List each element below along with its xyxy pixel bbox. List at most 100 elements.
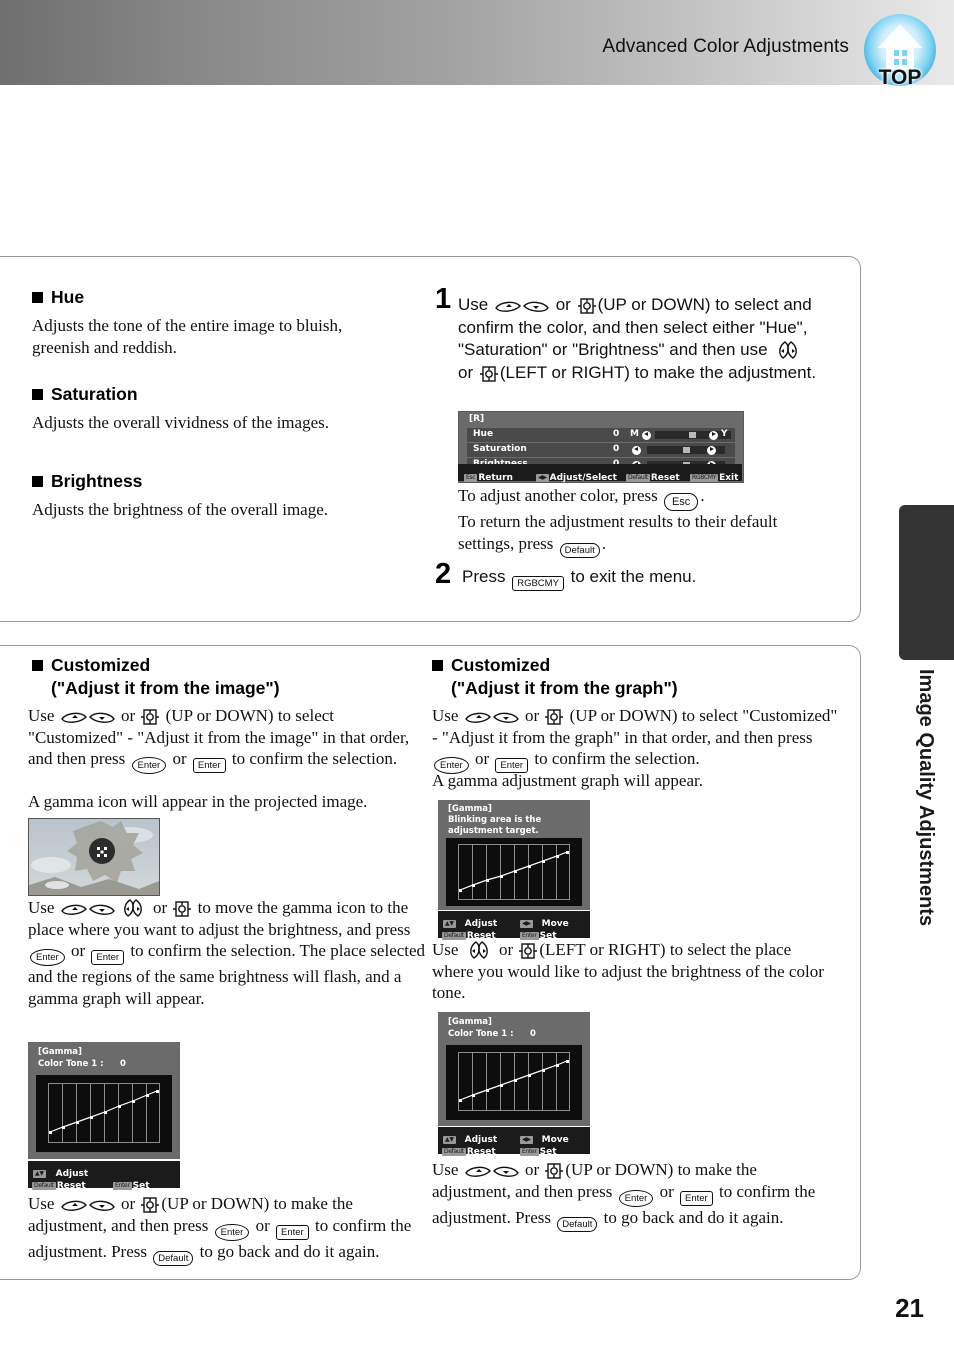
osd-footer-adjust: Adjust/Select [549,473,617,483]
step1-text-e: (LEFT or RIGHT) to make the adjustment. [499,362,817,382]
key-enter-panel[interactable]: Enter [91,950,125,965]
step-1-number: 1 [435,283,452,315]
brightness-heading: Brightness [32,470,422,493]
gamma-r1-footer: ▲▼ Adjust ◀▶ Move Default Reset Enter Set [438,911,590,941]
gamma-left-title: [Gamma] [38,1047,82,1057]
step2-text-a: Press [462,567,506,586]
key-default[interactable]: Default [559,542,600,558]
r-para1-a: Use [432,706,459,725]
key-enter-panel[interactable]: Enter [680,1190,713,1206]
step-2-text: Press RGBCMY to exit the menu. [462,566,842,591]
step-2-number: 2 [435,558,452,590]
gamma-key-enter: Enter [520,1148,539,1156]
remote-up-down-arrows-icon [60,904,115,915]
osd-footer-bar: Esc Return ◀▶ Adjust/Select Default Reset R… [458,464,742,483]
osd-title: [R] [469,414,485,424]
key-enter-panel[interactable]: Enter [192,758,226,773]
osd-row-hue-label: Hue [473,429,494,439]
customized-graph-heading: Customized ("Adjust it from the graph") [432,654,842,700]
bullet-square-icon [32,389,43,400]
l-para3-a: Use [28,898,55,917]
gamma-left-set-label: Set [132,1181,150,1191]
r-para3-b: or [498,940,514,959]
osd-left-arrow-icon[interactable] [642,430,651,440]
side-tab-label: Image Quality Adjustments [915,669,937,927]
l-para4-d: or [255,1215,270,1235]
customized-image-para4: Use or (UP or DOWN) to make the adjustme… [28,1193,418,1266]
step-1-text: Use or (UP or DOWN) to select and confir… [458,294,818,384]
step2-text-b: to exit the menu. [570,567,697,586]
hue-section: Hue Adjusts the tone of the entire image… [32,286,422,358]
side-tab-label-wrap: Image Quality Adjustments [899,665,954,1085]
gamma-left-footer: ▲▼ Adjust Default Reset Enter Set [28,1161,180,1191]
after-osd-line2-b: . [601,533,606,553]
customized-graph-para4: Use or (UP or DOWN) to make the adjustme… [432,1159,827,1232]
customized-image-heading: Customized ("Adjust it from the image") [32,654,432,700]
r-para3-a: Use [432,940,459,959]
key-enter-remote[interactable]: Enter [131,757,167,774]
r-para4-a: Use [432,1160,459,1179]
gamma-left-plot[interactable] [36,1075,172,1152]
key-enter-remote[interactable]: Enter [30,949,65,966]
customized-graph-para3: Use or (LEFT or RIGHT) to select the pla… [432,939,832,1004]
osd-row-saturation[interactable]: Saturation 0 [467,443,735,457]
l-para3-e: to confirm the selection. The place sele… [28,941,426,1008]
hue-heading: Hue [32,286,422,309]
customized-image-para1: Use or (UP or DOWN) to select "Customize… [28,705,426,774]
osd-right-arrow-icon[interactable] [709,430,718,440]
r-para4-d: or [659,1181,674,1201]
l-para3-d: or [70,941,86,960]
control-pad-icon [577,298,596,314]
osd-key-leftright: ◀▶ [536,474,549,482]
osd-row-hue-right-label: Y [721,429,728,439]
osd-footer-reset: Reset [650,473,680,483]
osd-right-arrow-icon[interactable] [707,445,716,455]
r-para1-e: to confirm the selection. [534,749,700,768]
osd-footer-exit: Exit [719,473,739,483]
control-pad-icon [479,365,498,382]
brightness-section: Brightness Adjusts the brightness of the… [32,470,422,521]
osd-saturation-knob[interactable] [683,447,690,453]
r-para1-b: or [524,706,540,725]
control-pad-icon [545,1163,564,1179]
bullet-square-icon [32,292,43,303]
l-para1-b: or [120,706,136,725]
step1-text-b: or [555,295,571,314]
key-esc[interactable]: Esc [663,493,699,511]
gamma-r2-plot[interactable] [446,1045,582,1120]
osd-row-hue-value: 0 [613,429,620,439]
l-para1-e: to confirm the selection. [231,749,398,768]
remote-left-right-arrows-icon [469,941,488,959]
remote-up-down-arrows-icon [60,1200,115,1211]
key-enter-panel[interactable]: Enter [276,1224,309,1240]
after-osd-text: To adjust another color, press Esc. To r… [458,485,808,558]
osd-row-hue[interactable]: Hue 0 M Y [467,428,735,442]
osd-hue-knob[interactable] [689,432,696,438]
customized-graph-para2: A gamma adjustment graph will appear. [432,771,703,790]
control-pad-icon [141,709,160,725]
osd-row-saturation-value: 0 [613,444,620,454]
key-enter-remote[interactable]: Enter [214,1223,250,1241]
saturation-section: Saturation Adjusts the overall vividness… [32,383,422,434]
key-default[interactable]: Default [557,1216,598,1232]
control-pad-icon [141,1197,160,1213]
top-badge[interactable]: TOP [864,14,936,92]
saturation-body: Adjusts the overall vividness of the ima… [32,413,329,432]
control-pad-icon [545,709,564,725]
customized-image-section: Customized ("Adjust it from the image") [32,654,432,700]
bullet-square-icon [32,476,43,487]
l-para1-d: or [172,749,187,768]
l-para4-f: to go back and do it again. [199,1241,380,1261]
bullet-square-icon [432,660,443,671]
after-osd-line1-b: . [700,486,705,505]
gamma-r1-plot[interactable] [446,838,582,906]
customized-graph-para1: Use or (UP or DOWN) to select "Customize… [432,705,844,774]
brightness-body: Adjusts the brightness of the overall im… [32,500,329,519]
gamma-r1-subtitle: Blinking area is the adjustment target. [448,815,542,836]
step1-text-d: or [458,362,474,382]
l-para3-b: or [152,898,168,917]
key-rgbcmy[interactable]: RGBCMY [512,576,564,591]
key-default[interactable]: Default [153,1250,194,1266]
osd-left-arrow-icon[interactable] [632,445,641,455]
key-enter-remote[interactable]: Enter [618,1189,654,1207]
